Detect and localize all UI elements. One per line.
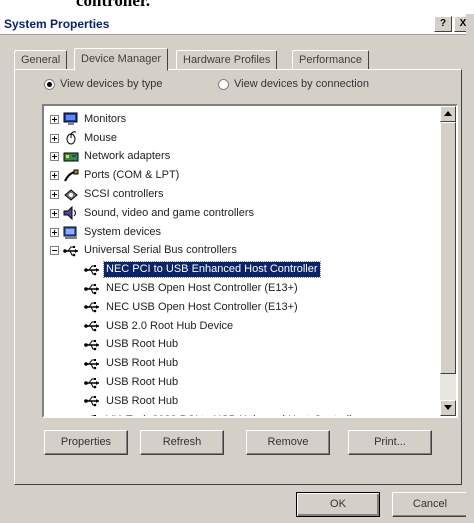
tree-device[interactable]: USB Root Hub xyxy=(44,373,436,392)
view-by-connection-radio[interactable] xyxy=(218,78,229,90)
usb-icon xyxy=(84,263,100,277)
usb-icon xyxy=(63,244,79,258)
tree-item-label: Monitors xyxy=(84,112,127,125)
tree-item-label: USB Root Hub xyxy=(106,394,179,407)
tree-item-label: USB Root Hub xyxy=(106,338,179,351)
view-by-connection-label: View devices by connection xyxy=(234,78,369,90)
tab-device-manager[interactable]: Device Manager xyxy=(74,48,169,71)
tree-category[interactable]: Sound, video and game controllers xyxy=(44,204,436,223)
title-bar[interactable]: System Properties ? X xyxy=(0,14,474,35)
tree-device[interactable]: USB Root Hub xyxy=(44,392,436,411)
scroll-up-arrow-icon xyxy=(444,111,452,116)
scroll-down-button[interactable] xyxy=(440,400,456,416)
sound-video-game-icon xyxy=(63,206,79,221)
tree-item-label: Mouse xyxy=(84,131,118,144)
scroll-thumb[interactable] xyxy=(440,122,456,374)
view-by-type-radio[interactable] xyxy=(44,78,55,90)
tree-item-label: Universal Serial Bus controllers xyxy=(84,244,237,257)
expand-toggle[interactable] xyxy=(50,171,59,181)
usb-icon xyxy=(84,319,100,333)
tree-category[interactable]: Network adapters xyxy=(44,148,436,167)
tree-item-label: USB Root Hub xyxy=(106,376,179,389)
usb-icon xyxy=(84,282,100,296)
tab-general[interactable]: General xyxy=(14,50,68,70)
tree-category[interactable]: Universal Serial Bus controllers xyxy=(44,242,436,261)
usb-icon xyxy=(84,376,100,390)
expand-toggle[interactable] xyxy=(50,227,59,237)
document-heading-fragment: controller. xyxy=(0,0,474,14)
tree-item-label: NEC USB Open Host Controller (E13+) xyxy=(106,300,298,313)
window-edge xyxy=(466,14,474,523)
properties-button[interactable]: Properties xyxy=(44,430,128,455)
tree-category[interactable]: System devices xyxy=(44,223,436,242)
tree-item-label: SCSI controllers xyxy=(84,188,164,201)
tree-item-label: Sound, video and game controllers xyxy=(84,206,254,219)
tree-device[interactable]: USB 2.0 Root Hub Device xyxy=(44,317,436,336)
tree-device[interactable]: VIA Tech 3038 PCI to USB Universal Host … xyxy=(44,411,436,416)
usb-icon xyxy=(84,357,100,371)
tree-device[interactable]: NEC PCI to USB Enhanced Host Controller xyxy=(44,260,436,279)
tree-category[interactable]: SCSI controllers xyxy=(44,185,436,204)
monitor-icon xyxy=(63,112,79,126)
mouse-icon xyxy=(63,131,79,145)
expand-toggle[interactable] xyxy=(50,152,59,162)
view-by-type-label: View devices by type xyxy=(60,78,163,90)
vertical-scrollbar[interactable] xyxy=(440,106,456,416)
tab-performance[interactable]: Performance xyxy=(292,50,369,70)
tree-category[interactable]: Ports (COM & LPT) xyxy=(44,166,436,185)
usb-icon xyxy=(84,394,100,408)
system-device-icon xyxy=(63,225,79,240)
tree-item-label: NEC PCI to USB Enhanced Host Controller xyxy=(103,261,321,279)
help-button[interactable]: ? xyxy=(434,16,452,32)
tree-item-label: Network adapters xyxy=(84,150,171,163)
refresh-button[interactable]: Refresh xyxy=(140,430,224,455)
expand-toggle[interactable] xyxy=(50,190,59,200)
tree-device[interactable]: NEC USB Open Host Controller (E13+) xyxy=(44,279,436,298)
usb-icon xyxy=(84,338,100,352)
window-title: System Properties xyxy=(4,17,110,31)
expand-toggle[interactable] xyxy=(50,208,59,218)
expand-toggle[interactable] xyxy=(50,114,59,124)
tree-item-label: System devices xyxy=(84,225,162,238)
scroll-up-button[interactable] xyxy=(440,106,456,122)
tree-item-label: Ports (COM & LPT) xyxy=(84,169,180,182)
tab-hardware-profiles[interactable]: Hardware Profiles xyxy=(176,50,278,70)
view-by-connection-option[interactable]: View devices by connection xyxy=(218,78,369,90)
print-button[interactable]: Print... xyxy=(348,430,432,455)
port-icon xyxy=(63,169,79,183)
tree-category[interactable]: Mouse xyxy=(44,129,436,148)
tree-device[interactable]: USB Root Hub xyxy=(44,336,436,355)
tree-item-label: NEC USB Open Host Controller (E13+) xyxy=(106,282,298,295)
view-by-type-option[interactable]: View devices by type xyxy=(44,78,163,90)
tree-device[interactable]: NEC USB Open Host Controller (E13+) xyxy=(44,298,436,317)
tree-item-label: USB Root Hub xyxy=(106,357,179,370)
tree-device[interactable]: USB Root Hub xyxy=(44,354,436,373)
collapse-toggle[interactable] xyxy=(50,246,59,256)
tree-item-label: USB 2.0 Root Hub Device xyxy=(106,319,234,332)
usb-icon xyxy=(84,413,100,416)
scsi-controller-icon xyxy=(63,188,79,202)
device-tree[interactable]: Monitors Mouse Network adapters Ports (COM … xyxy=(42,104,458,418)
expand-toggle[interactable] xyxy=(50,133,59,143)
cancel-button[interactable]: Cancel xyxy=(392,492,468,517)
network-adapter-icon xyxy=(63,150,79,164)
tree-item-label: VIA Tech 3038 PCI to USB Universal Host … xyxy=(104,413,363,416)
tree-category[interactable]: Monitors xyxy=(44,110,436,129)
ok-button[interactable]: OK xyxy=(296,492,380,517)
usb-icon xyxy=(84,300,100,314)
scroll-down-arrow-icon xyxy=(444,405,452,410)
remove-button[interactable]: Remove xyxy=(246,430,330,455)
